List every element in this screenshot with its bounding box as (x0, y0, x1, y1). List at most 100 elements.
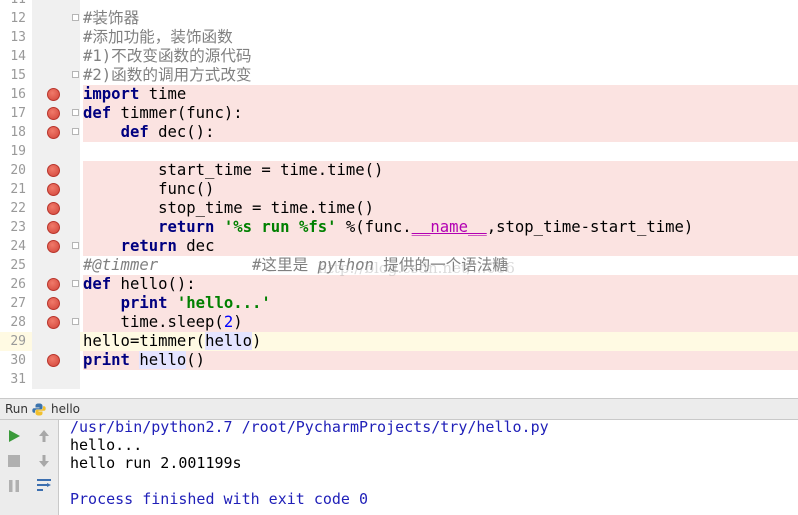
editor-line[interactable]: 12 #装饰器 (0, 9, 798, 28)
gutter[interactable] (32, 0, 80, 9)
editor-line[interactable]: 15 #2)函数的调用方式改变 (0, 66, 798, 85)
line-number: 28 (10, 315, 26, 330)
gutter[interactable] (32, 256, 80, 275)
editor-line[interactable]: 24 return dec (0, 237, 798, 256)
editor-line[interactable]: 20 start_time = time.time() (0, 161, 798, 180)
code-text[interactable]: stop_time = time.time() (83, 199, 798, 218)
line-number: 29 (10, 334, 26, 349)
breakpoint-icon[interactable] (47, 107, 60, 120)
code-text[interactable]: #1)不改变函数的源代码 (83, 47, 798, 66)
code-text[interactable]: func() (83, 180, 798, 199)
code-token: stop_time = time.time() (83, 199, 375, 217)
breakpoint-icon[interactable] (47, 126, 60, 139)
editor-line[interactable]: 13 #添加功能，装饰函数 (0, 28, 798, 47)
line-number: 13 (10, 30, 26, 45)
code-token: '%s run %fs' (223, 218, 337, 236)
run-panel-header: Run hello (0, 398, 798, 420)
gutter[interactable] (32, 28, 80, 47)
code-text[interactable]: print hello() (83, 351, 798, 370)
breakpoint-icon[interactable] (47, 183, 60, 196)
code-text[interactable]: def timmer(func): (83, 104, 798, 123)
gutter[interactable] (32, 370, 80, 389)
editor-line[interactable]: 22 stop_time = time.time() (0, 199, 798, 218)
code-text[interactable]: return dec (83, 237, 798, 256)
breakpoint-icon[interactable] (47, 316, 60, 329)
editor-line[interactable]: 17 def timmer(func): (0, 104, 798, 123)
code-text[interactable]: return '%s run %fs' %(func.__name__,stop… (83, 218, 798, 237)
pause-icon[interactable] (5, 477, 23, 495)
breakpoint-icon[interactable] (47, 221, 60, 234)
run-config-name[interactable]: hello (51, 402, 80, 416)
breakpoint-icon[interactable] (47, 164, 60, 177)
editor-line[interactable]: 16 import time (0, 85, 798, 104)
editor-line[interactable]: 11 ''' (0, 0, 798, 9)
code-token: #装饰器 (83, 9, 140, 27)
run-toolbar (0, 420, 59, 515)
code-text[interactable]: #添加功能，装饰函数 (83, 28, 798, 47)
code-text[interactable]: ''' (83, 0, 798, 9)
code-text[interactable]: #2)函数的调用方式改变 (83, 66, 798, 85)
code-text[interactable]: time.sleep(2) (83, 313, 798, 332)
code-token: dec (176, 237, 215, 255)
editor-line[interactable]: 29 hello=timmer(hello) (0, 332, 798, 351)
stop-icon[interactable] (5, 452, 23, 470)
code-text[interactable] (83, 370, 798, 389)
breakpoint-icon[interactable] (47, 354, 60, 367)
gutter[interactable] (32, 47, 80, 66)
code-token: hello=timmer( (83, 332, 206, 350)
editor-line[interactable]: 23 return '%s run %fs' %(func.__name__,s… (0, 218, 798, 237)
up-arrow-icon[interactable] (35, 427, 53, 445)
code-text[interactable] (83, 142, 798, 161)
code-token: hello (205, 332, 253, 350)
line-number: 11 (0, 0, 26, 9)
editor-line[interactable]: 31 (0, 370, 798, 389)
editor-line[interactable]: 27 print 'hello...' (0, 294, 798, 313)
down-arrow-icon[interactable] (35, 452, 53, 470)
code-text[interactable]: #装饰器 (83, 9, 798, 28)
fold-marker-icon[interactable] (72, 109, 79, 116)
code-token: #添加功能，装饰函数 (83, 28, 233, 46)
fold-marker-icon[interactable] (72, 242, 79, 249)
line-number: 12 (10, 11, 26, 26)
editor-line[interactable]: 26 def hello(): (0, 275, 798, 294)
breakpoint-icon[interactable] (47, 297, 60, 310)
editor-line[interactable]: 19 (0, 142, 798, 161)
line-number: 23 (10, 220, 26, 235)
code-text[interactable]: def dec(): (83, 123, 798, 142)
fold-marker-icon[interactable] (72, 71, 79, 78)
fold-marker-icon[interactable] (72, 318, 79, 325)
code-token: print (83, 351, 130, 369)
soft-wrap-icon[interactable] (35, 476, 53, 494)
editor-line[interactable]: 28 time.sleep(2) (0, 313, 798, 332)
run-console[interactable]: /usr/bin/python2.7 /root/PycharmProjects… (59, 420, 798, 515)
code-text[interactable]: def hello(): (83, 275, 798, 294)
rerun-icon[interactable] (5, 427, 23, 445)
breakpoint-icon[interactable] (47, 240, 60, 253)
editor-line[interactable]: 21 func() (0, 180, 798, 199)
breakpoint-icon[interactable] (47, 88, 60, 101)
fold-marker-icon[interactable] (72, 280, 79, 287)
editor-line[interactable]: 14 #1)不改变函数的源代码 (0, 47, 798, 66)
gutter[interactable] (32, 332, 80, 351)
code-text[interactable]: hello=timmer(hello) (83, 332, 798, 351)
line-number: 27 (10, 296, 26, 311)
code-text[interactable]: start_time = time.time() (83, 161, 798, 180)
fold-marker-icon[interactable] (72, 128, 79, 135)
line-number: 21 (10, 182, 26, 197)
run-tab-title[interactable]: Run (5, 402, 28, 416)
code-text[interactable]: import time (83, 85, 798, 104)
breakpoint-icon[interactable] (47, 202, 60, 215)
line-number: 20 (10, 163, 26, 178)
code-text[interactable]: print 'hello...' (83, 294, 798, 313)
code-editor[interactable]: 11 ''' 12 #装饰器 13 #添加功能，装饰函数 14 #1)不改变函数的源代码 15 #… (0, 0, 798, 398)
watermark: http://blog.csdn.net/...066 (318, 259, 515, 277)
breakpoint-icon[interactable] (47, 278, 60, 291)
editor-line[interactable]: 30 print hello() (0, 351, 798, 370)
code-token: 2 (223, 313, 234, 331)
code-token: ,stop_time-start_time) (486, 218, 694, 236)
editor-line[interactable]: 18 def dec(): (0, 123, 798, 142)
fold-marker-icon[interactable] (72, 14, 79, 21)
gutter[interactable] (32, 142, 80, 161)
